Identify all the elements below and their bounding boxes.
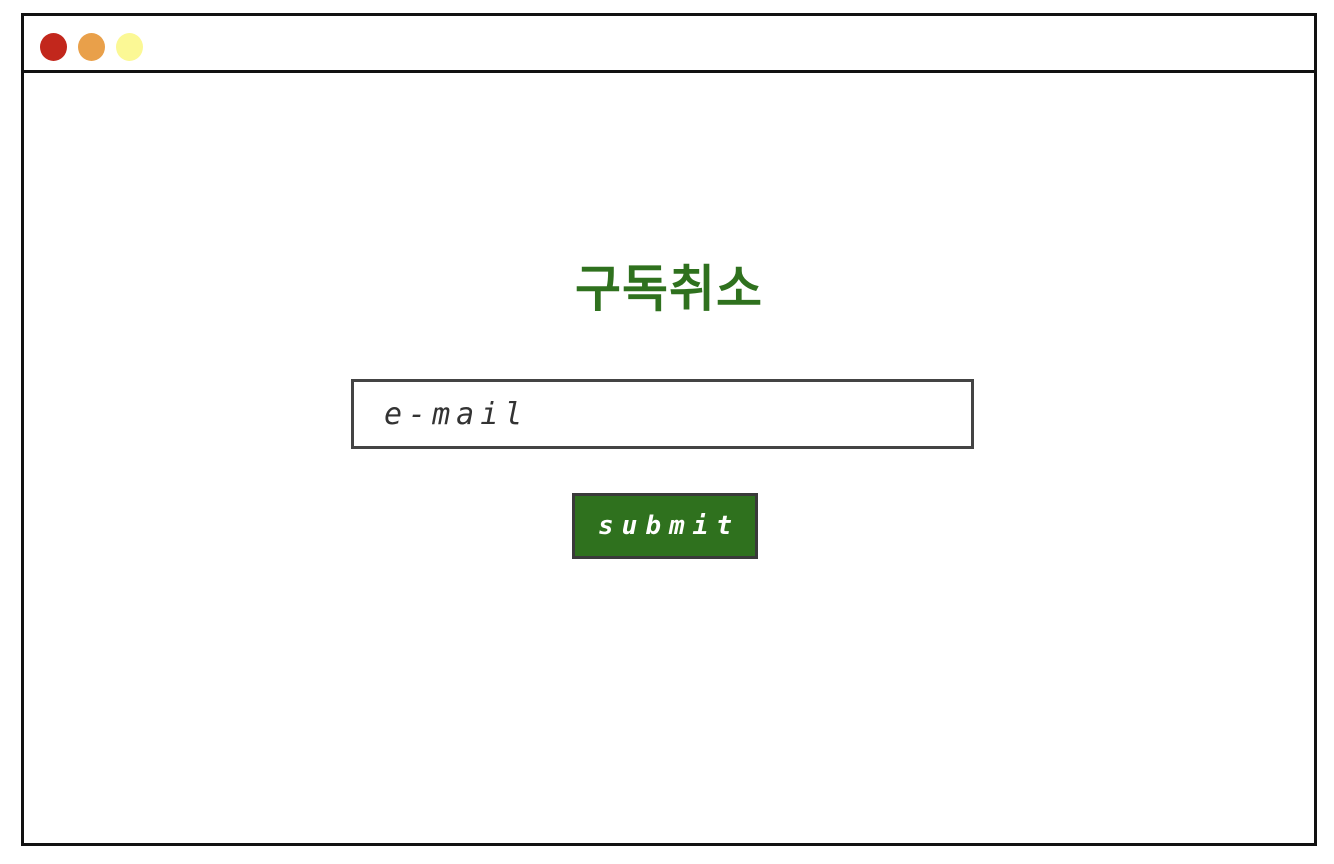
title-bar	[24, 16, 1314, 73]
minimize-window-dot[interactable]	[78, 33, 105, 61]
page-title: 구독취소	[575, 260, 763, 318]
page-content: 구독취소 submit	[24, 73, 1314, 843]
email-field-wrapper	[351, 379, 974, 449]
browser-window: 구독취소 submit	[21, 13, 1317, 846]
email-input[interactable]	[354, 382, 971, 446]
close-window-dot[interactable]	[40, 33, 67, 61]
maximize-window-dot[interactable]	[116, 33, 143, 61]
submit-button[interactable]: submit	[572, 493, 758, 559]
